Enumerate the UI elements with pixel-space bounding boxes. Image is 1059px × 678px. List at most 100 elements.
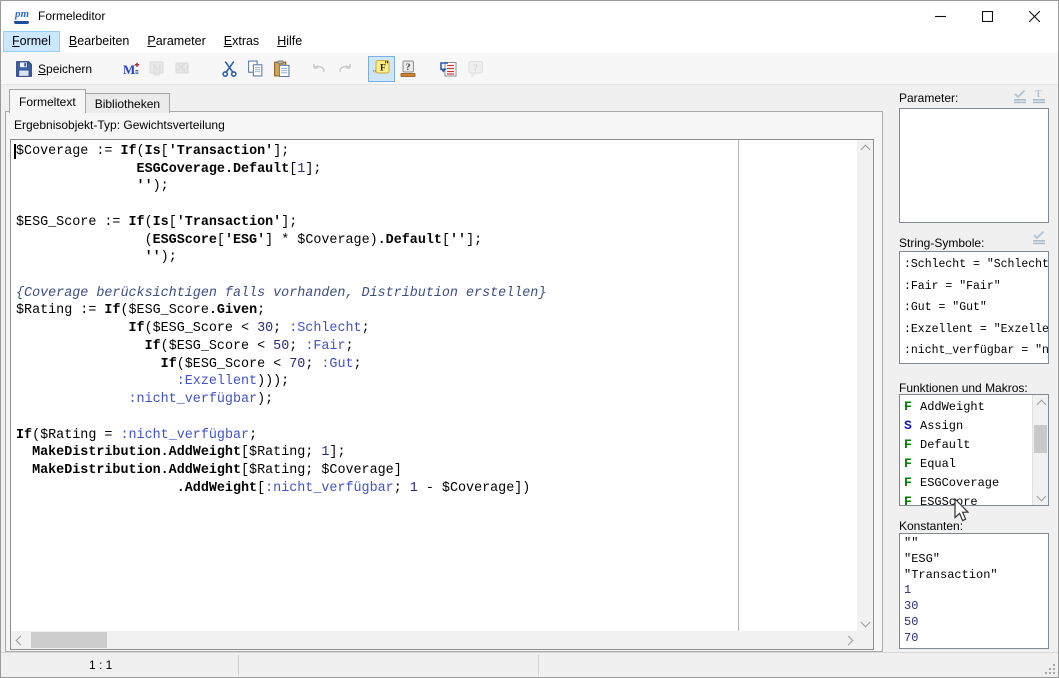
save-button[interactable]: Speichern <box>11 56 96 82</box>
function-item[interactable]: FEqual <box>904 454 1032 473</box>
symbol-badge-icon: S <box>904 418 920 433</box>
tab-bibliotheken[interactable]: Bibliotheken <box>86 93 170 113</box>
maximize-button[interactable] <box>964 1 1011 31</box>
string-symbol-item[interactable]: :Exzellent = "Exzellent" <box>904 319 1048 341</box>
minimize-button[interactable] <box>917 1 964 31</box>
string-symbols-listbox[interactable]: :Schlecht = "Schlecht":Fair = "Fair":Gut… <box>899 251 1049 364</box>
function-name: Equal <box>920 457 956 471</box>
scissors-icon <box>221 60 238 77</box>
parameter-panel-icons: T <box>1012 88 1047 104</box>
menu-hilfe[interactable]: Hilfe <box>268 31 311 52</box>
scroll-up-arrow[interactable] <box>857 140 873 156</box>
constant-item[interactable]: "" <box>904 536 1048 552</box>
string-symbols-panel-icons <box>1031 229 1047 245</box>
scroll-down-arrow[interactable] <box>857 615 873 631</box>
maximize-icon <box>982 11 993 22</box>
functions-scrollbar[interactable] <box>1032 395 1048 505</box>
functions-scroll-thumb[interactable] <box>1034 425 1047 453</box>
string-symbols-label: String-Symbole: <box>899 236 984 250</box>
undo-button <box>306 56 332 82</box>
editor-margin-line <box>738 140 739 631</box>
parameter-label: Parameter: <box>899 91 958 105</box>
scroll-corner <box>857 631 873 649</box>
formula-quotes-icon: F"" <box>372 59 391 78</box>
syntax-check-button[interactable]: ? <box>395 56 422 82</box>
string-symbol-item[interactable]: :Gut = "Gut" <box>904 297 1048 319</box>
constant-item[interactable]: 50 <box>904 615 1048 631</box>
formula-editor[interactable]: $Coverage := If(Is['Transaction']; ESGCo… <box>10 139 874 650</box>
function-badge-icon: F <box>904 399 920 414</box>
svg-text:M: M <box>123 62 135 77</box>
formula-code[interactable]: $Coverage := If(Is['Transaction']; ESGCo… <box>16 143 855 630</box>
insert-text-icon[interactable]: T <box>1031 88 1047 104</box>
string-symbol-item[interactable]: :nicht_verfügbar = "nicht_verfügbar" <box>904 340 1048 362</box>
menu-bearbeiten[interactable]: Bearbeiten <box>60 31 138 52</box>
close-button[interactable] <box>1011 1 1058 31</box>
function-name: Default <box>920 438 970 452</box>
window-title: Formeleditor <box>38 9 105 23</box>
hscroll-thumb[interactable] <box>31 632 107 648</box>
constant-item[interactable]: "Transaction" <box>904 568 1048 584</box>
string-symbols-toggle-button[interactable]: F"" <box>368 56 395 82</box>
tab-formeltext[interactable]: Formeltext <box>9 89 86 113</box>
resize-grip[interactable] <box>1043 662 1055 674</box>
constant-item[interactable]: "ESG" <box>904 552 1048 568</box>
functions-listbox[interactable]: FAddWeightSAssignFDefaultFEqualFESGCover… <box>899 394 1049 506</box>
constants-listbox[interactable]: """ESG""Transaction"1305070 <box>899 533 1049 649</box>
constant-item[interactable]: 30 <box>904 599 1048 615</box>
editor-vscrollbar[interactable] <box>857 140 873 631</box>
toolbar: SpeichernMMMF""?? <box>1 53 1058 85</box>
editor-hscrollbar[interactable] <box>11 631 857 649</box>
paste-button[interactable] <box>268 56 294 82</box>
functions-scroll-down[interactable] <box>1033 489 1049 505</box>
scroll-right-arrow[interactable] <box>841 632 857 648</box>
scroll-left-arrow[interactable] <box>11 632 27 648</box>
macro-edit-button: M <box>144 56 170 82</box>
insert-from-library-button[interactable] <box>436 56 463 82</box>
status-separator <box>238 655 239 675</box>
string-symbol-item[interactable]: :Fair = "Fair" <box>904 276 1048 298</box>
titlebar: pm Formeleditor <box>1 1 1058 31</box>
formeleditor-window: pm Formeleditor FormelBearbeitenParamete… <box>0 0 1059 678</box>
result-object-type-label: Ergebnisobjekt-Typ: Gewichtsverteilung <box>14 118 225 132</box>
menubar: FormelBearbeitenParameterExtrasHilfe <box>1 31 1058 53</box>
parameter-listbox[interactable] <box>899 108 1049 223</box>
clipboard-paste-icon <box>273 60 290 77</box>
function-name: ESGCoverage <box>920 476 999 490</box>
function-badge-icon: F <box>904 494 920 506</box>
functions-label: Funktionen und Makros: <box>899 381 1028 395</box>
function-badge-icon: F <box>904 437 920 452</box>
constant-item[interactable]: 70 <box>904 631 1048 647</box>
constant-item[interactable]: 1 <box>904 583 1048 599</box>
redo-button <box>332 56 358 82</box>
menu-formel[interactable]: Formel <box>3 31 60 52</box>
minimize-icon <box>935 11 946 22</box>
function-item[interactable]: FAddWeight <box>904 397 1032 416</box>
cut-button[interactable] <box>216 56 242 82</box>
svg-text:?: ? <box>473 63 478 73</box>
undo-arrow-icon <box>310 61 328 77</box>
function-item[interactable]: SAssign <box>904 416 1032 435</box>
macro-delete-icon: M <box>174 60 192 78</box>
copy-button[interactable] <box>242 56 268 82</box>
svg-text:": " <box>385 60 389 70</box>
statusbar: 1 : 1 <box>1 652 1058 677</box>
status-separator <box>538 655 539 675</box>
menu-parameter[interactable]: Parameter <box>138 31 214 52</box>
insert-check-icon[interactable] <box>1012 88 1028 104</box>
tabstrip: Formeltext Bibliotheken <box>9 89 170 113</box>
macro-new-button[interactable]: M <box>118 56 144 82</box>
insert-symbol-icon[interactable] <box>1031 229 1047 245</box>
app-icon: pm <box>13 7 31 25</box>
function-item[interactable]: FDefault <box>904 435 1032 454</box>
string-symbol-item[interactable]: :Schlecht = "Schlecht" <box>904 254 1048 276</box>
menu-extras[interactable]: Extras <box>215 31 268 52</box>
function-badge-icon: F <box>904 475 920 490</box>
svg-text:T: T <box>1035 89 1042 100</box>
copy-pages-icon <box>247 60 264 77</box>
function-item[interactable]: FESGCoverage <box>904 473 1032 492</box>
svg-text:": " <box>373 69 377 79</box>
help-button: ? <box>463 56 489 82</box>
function-badge-icon: F <box>904 456 920 471</box>
functions-scroll-up[interactable] <box>1033 395 1049 411</box>
